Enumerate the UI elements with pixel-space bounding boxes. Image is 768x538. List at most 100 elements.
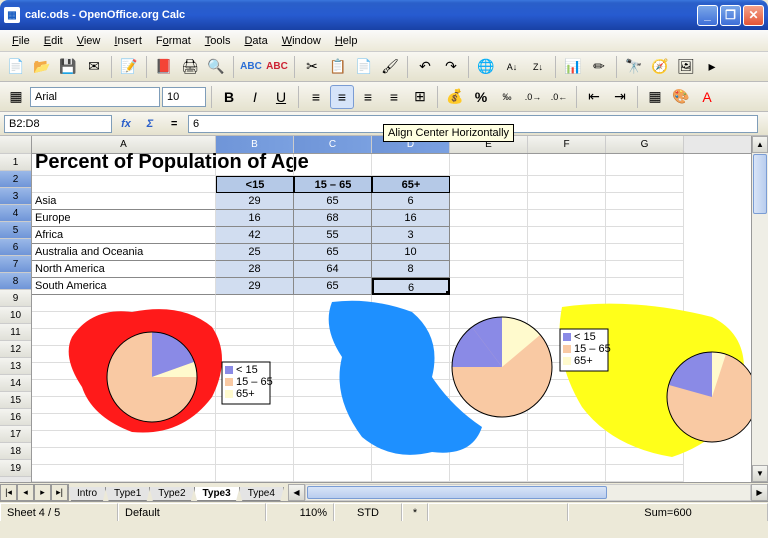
pdf-button[interactable]: 📕 — [152, 55, 176, 79]
data-cell[interactable]: 68 — [294, 210, 372, 227]
sheet-tab[interactable]: Intro — [68, 487, 106, 501]
dec-indent-button[interactable]: ⇤ — [582, 85, 606, 109]
borders-button[interactable]: ▦ — [643, 85, 667, 109]
tab-next-button[interactable]: ▸ — [34, 484, 51, 501]
label-cell[interactable]: Asia — [32, 193, 216, 210]
new-button[interactable]: 📄 — [4, 55, 28, 79]
scroll-thumb[interactable] — [753, 154, 767, 214]
currency-button[interactable]: 💰 — [443, 85, 467, 109]
data-cell[interactable]: 65 — [294, 193, 372, 210]
data-cell[interactable]: 6 — [372, 193, 450, 210]
maximize-button[interactable]: ❐ — [720, 5, 741, 26]
data-cell[interactable]: 42 — [216, 227, 294, 244]
menu-edit[interactable]: Edit — [38, 33, 69, 49]
cut-button[interactable]: ✂ — [300, 55, 324, 79]
row-header[interactable]: 10 — [0, 307, 31, 324]
label-cell[interactable]: Africa — [32, 227, 216, 244]
function-button[interactable]: = — [164, 115, 184, 133]
name-box[interactable] — [4, 115, 112, 133]
row-header[interactable]: 3 — [0, 188, 31, 205]
data-cell[interactable]: 29 — [216, 278, 294, 295]
tab-last-button[interactable]: ▸| — [51, 484, 68, 501]
data-cell[interactable]: 16 — [216, 210, 294, 227]
header-cell[interactable]: 65+ — [372, 176, 450, 193]
status-insert[interactable]: STD — [334, 503, 402, 521]
status-zoom[interactable]: 110% — [266, 503, 334, 521]
data-cell[interactable]: 65 — [294, 278, 372, 295]
sheet-tab[interactable]: Type2 — [149, 487, 194, 501]
data-cell[interactable]: 28 — [216, 261, 294, 278]
title-cell[interactable]: Percent of Population of Age — [32, 154, 216, 176]
find-button[interactable]: 🔭 — [622, 55, 646, 79]
row-header[interactable]: 8 — [0, 273, 31, 290]
menu-format[interactable]: Format — [150, 33, 197, 49]
data-cell[interactable]: 8 — [372, 261, 450, 278]
email-button[interactable]: ✉ — [82, 55, 106, 79]
copy-button[interactable]: 📋 — [326, 55, 350, 79]
sum-button[interactable]: Σ — [140, 115, 160, 133]
del-decimal-button[interactable]: .0← — [547, 85, 571, 109]
open-button[interactable]: 📂 — [30, 55, 54, 79]
more-button[interactable]: ▸ — [700, 55, 724, 79]
row-header[interactable]: 5 — [0, 222, 31, 239]
align-justify-button[interactable]: ≡ — [382, 85, 406, 109]
data-cell[interactable]: 10 — [372, 244, 450, 261]
menu-file[interactable]: File — [6, 33, 36, 49]
scroll-right-button[interactable]: ▶ — [751, 484, 768, 501]
row-header[interactable]: 2 — [0, 171, 31, 188]
print-button[interactable]: 🖨 — [178, 55, 202, 79]
align-left-button[interactable]: ≡ — [304, 85, 328, 109]
row-header[interactable]: 4 — [0, 205, 31, 222]
header-cell[interactable]: 15 – 65 — [294, 176, 372, 193]
row-header[interactable]: 12 — [0, 341, 31, 358]
row-header[interactable]: 13 — [0, 358, 31, 375]
menu-data[interactable]: Data — [238, 33, 273, 49]
menu-help[interactable]: Help — [329, 33, 364, 49]
scroll-down-button[interactable]: ▼ — [752, 465, 768, 482]
preview-button[interactable]: 🔍 — [204, 55, 228, 79]
sort-desc-button[interactable]: Z↓ — [526, 55, 550, 79]
label-cell[interactable]: North America — [32, 261, 216, 278]
edit-file-button[interactable]: 📝 — [117, 55, 141, 79]
hyperlink-button[interactable]: 🌐 — [474, 55, 498, 79]
status-sum[interactable]: Sum=600 — [568, 503, 768, 521]
col-header[interactable]: G — [606, 136, 684, 153]
add-decimal-button[interactable]: .0→ — [521, 85, 545, 109]
format-paintbrush-button[interactable]: 🖌 — [378, 55, 402, 79]
menu-insert[interactable]: Insert — [108, 33, 148, 49]
data-cell[interactable]: 3 — [372, 227, 450, 244]
scroll-up-button[interactable]: ▲ — [752, 136, 768, 153]
navigator-button[interactable]: 🧭 — [648, 55, 672, 79]
tab-first-button[interactable]: |◂ — [0, 484, 17, 501]
header-cell[interactable]: <15 — [216, 176, 294, 193]
standard-format-button[interactable]: ‰ — [495, 85, 519, 109]
menu-window[interactable]: Window — [276, 33, 327, 49]
autospell-button[interactable]: ABC — [265, 55, 289, 79]
redo-button[interactable]: ↷ — [439, 55, 463, 79]
sort-asc-button[interactable]: A↓ — [500, 55, 524, 79]
scroll-left-button[interactable]: ◀ — [288, 484, 305, 501]
horizontal-scrollbar[interactable]: ◀ ▶ — [288, 484, 768, 501]
italic-button[interactable]: I — [243, 85, 267, 109]
fontcolor-button[interactable]: A — [695, 85, 719, 109]
row-header[interactable]: 19 — [0, 460, 31, 477]
underline-button[interactable]: U — [269, 85, 293, 109]
data-cell[interactable]: 64 — [294, 261, 372, 278]
col-header[interactable]: F — [528, 136, 606, 153]
bold-button[interactable]: B — [217, 85, 241, 109]
close-button[interactable]: ✕ — [743, 5, 764, 26]
sheet-tab[interactable]: Type3 — [194, 487, 240, 501]
label-cell[interactable]: South America — [32, 278, 216, 295]
data-cell[interactable]: 25 — [216, 244, 294, 261]
font-size-combo[interactable] — [162, 87, 206, 107]
row-header[interactable]: 18 — [0, 443, 31, 460]
data-cell[interactable]: 65 — [294, 244, 372, 261]
paste-button[interactable]: 📄 — [352, 55, 376, 79]
sheet-tab[interactable]: Type1 — [105, 487, 150, 501]
tab-prev-button[interactable]: ◂ — [17, 484, 34, 501]
undo-button[interactable]: ↶ — [413, 55, 437, 79]
spellcheck-button[interactable]: ABC — [239, 55, 263, 79]
inc-indent-button[interactable]: ⇥ — [608, 85, 632, 109]
scroll-thumb[interactable] — [307, 486, 607, 499]
function-wizard-button[interactable]: fx — [116, 115, 136, 133]
